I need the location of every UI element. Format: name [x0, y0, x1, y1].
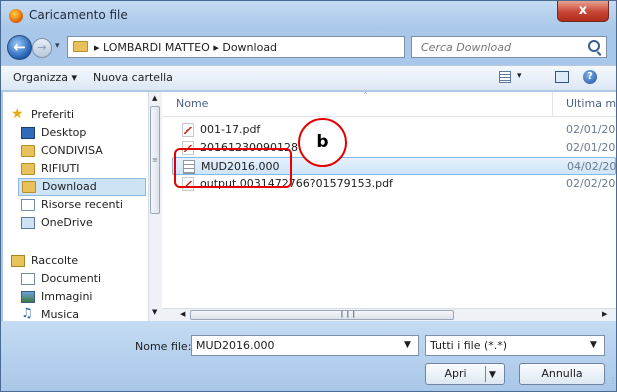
- window-title: Caricamento file: [29, 8, 128, 22]
- organize-menu[interactable]: Organizza ▾: [13, 71, 77, 84]
- file-upload-dialog: Caricamento file x ← → ▾ ▸ LOMBARDI MATT…: [0, 0, 617, 392]
- sidebar-item-recent[interactable]: Risorse recenti: [21, 196, 146, 214]
- column-name[interactable]: Nome: [176, 97, 208, 110]
- recent-pages-arrow[interactable]: ▾: [55, 41, 60, 51]
- navigation-row: ← → ▾ ▸ LOMBARDI MATTEO ▸ Download ▾ ⇅: [1, 29, 616, 65]
- preview-pane-icon[interactable]: [555, 71, 569, 83]
- search-box[interactable]: [411, 36, 607, 58]
- recent-places-icon: [21, 199, 35, 211]
- back-button[interactable]: ←: [7, 35, 32, 60]
- file-list-scrollbar[interactable]: ◀ ❙❙❙ ▶: [162, 308, 616, 322]
- cancel-button[interactable]: Annulla: [519, 363, 605, 385]
- documents-icon: [21, 273, 35, 285]
- sidebar-item-desktop[interactable]: Desktop: [21, 124, 146, 142]
- annotation-label: b: [298, 118, 347, 167]
- close-button[interactable]: x: [557, 1, 609, 22]
- sidebar-item-documenti[interactable]: Documenti: [21, 270, 146, 288]
- folder-icon: [21, 145, 35, 157]
- breadcrumb[interactable]: ▸ LOMBARDI MATTEO ▸ Download: [94, 41, 277, 54]
- file-row[interactable]: 001-17.pdf 02/01/201: [172, 121, 616, 139]
- open-button[interactable]: Apri ▼: [425, 363, 505, 385]
- chevron-down-icon[interactable]: ▾: [517, 71, 522, 81]
- pdf-icon: [182, 123, 194, 137]
- sidebar-item-download[interactable]: Download: [18, 178, 146, 196]
- scroll-left-icon[interactable]: ◀: [180, 310, 185, 318]
- firefox-icon: [9, 9, 23, 23]
- libraries-header[interactable]: Raccolte: [11, 252, 146, 270]
- open-label: Apri: [444, 367, 467, 380]
- chevron-down-icon[interactable]: ▼: [590, 340, 597, 350]
- toolbar: Organizza ▾ Nuova cartella ▾ ?: [1, 65, 616, 91]
- star-icon: ★: [11, 106, 24, 122]
- filename-value[interactable]: MUD2016.000: [196, 339, 275, 352]
- favorites-header[interactable]: ★ Preferiti: [11, 106, 146, 124]
- help-icon[interactable]: ?: [583, 70, 597, 84]
- file-type-value[interactable]: Tutti i file (*.*): [430, 339, 507, 352]
- scrollbar-thumb[interactable]: ❙❙❙: [190, 310, 454, 320]
- desktop-icon: [21, 127, 35, 139]
- view-options-icon[interactable]: [499, 71, 511, 83]
- column-divider[interactable]: [552, 92, 553, 116]
- scroll-up-icon[interactable]: ▲: [152, 94, 157, 102]
- sort-arrow-icon: ⌃: [362, 92, 369, 100]
- sidebar-item-onedrive[interactable]: OneDrive: [21, 214, 146, 232]
- music-icon: ♫: [21, 306, 33, 321]
- search-icon[interactable]: [588, 40, 600, 52]
- split-divider: [485, 366, 486, 382]
- address-bar[interactable]: ▸ LOMBARDI MATTEO ▸ Download ▾ ⇅: [67, 36, 467, 58]
- sidebar-item-musica[interactable]: ♫ Musica: [21, 306, 146, 321]
- pictures-icon: [21, 291, 35, 303]
- file-type-filter[interactable]: Tutti i file (*.*) ▼: [425, 335, 605, 356]
- resize-grip-icon[interactable]: ⋮⋮: [601, 376, 616, 385]
- libraries-icon: [11, 255, 25, 267]
- new-folder-button[interactable]: Nuova cartella: [93, 71, 173, 84]
- folder-icon: [73, 41, 88, 52]
- onedrive-icon: [21, 217, 35, 229]
- sidebar-item-rifiuti[interactable]: RIFIUTI: [21, 160, 146, 178]
- download-folder-icon: [22, 181, 36, 193]
- dialog-footer: Nome file: MUD2016.000 ▼ Tutti i file (*…: [1, 321, 616, 391]
- search-input[interactable]: [413, 38, 589, 56]
- grip-icon: ≡: [152, 156, 158, 164]
- navigation-scrollbar[interactable]: ▲ ≡ ▼: [148, 92, 162, 321]
- chevron-down-icon[interactable]: ▼: [404, 340, 411, 350]
- file-list: Nome ⌃ Ultima m 001-17.pdf 02/01/201 201…: [162, 92, 616, 308]
- filename-field[interactable]: MUD2016.000 ▼: [191, 335, 419, 356]
- scroll-down-icon[interactable]: ▼: [152, 308, 157, 316]
- folder-icon: [21, 163, 35, 175]
- scroll-right-icon[interactable]: ▶: [602, 310, 607, 318]
- filename-label: Nome file:: [135, 340, 192, 353]
- column-header: Nome ⌃ Ultima m: [162, 92, 616, 117]
- sidebar-item-condivisa[interactable]: CONDIVISA: [21, 142, 146, 160]
- grip-icon: ❙❙❙: [339, 310, 357, 318]
- forward-button[interactable]: →: [32, 38, 52, 58]
- sidebar-item-immagini[interactable]: Immagini: [21, 288, 146, 306]
- chevron-down-icon[interactable]: ▼: [489, 365, 496, 385]
- column-date[interactable]: Ultima m: [566, 97, 616, 110]
- navigation-pane: ★ Preferiti Desktop CONDIVISA RIFIUTI Do…: [3, 92, 149, 321]
- highlight-box: [174, 148, 292, 188]
- title-bar: Caricamento file x: [1, 1, 616, 29]
